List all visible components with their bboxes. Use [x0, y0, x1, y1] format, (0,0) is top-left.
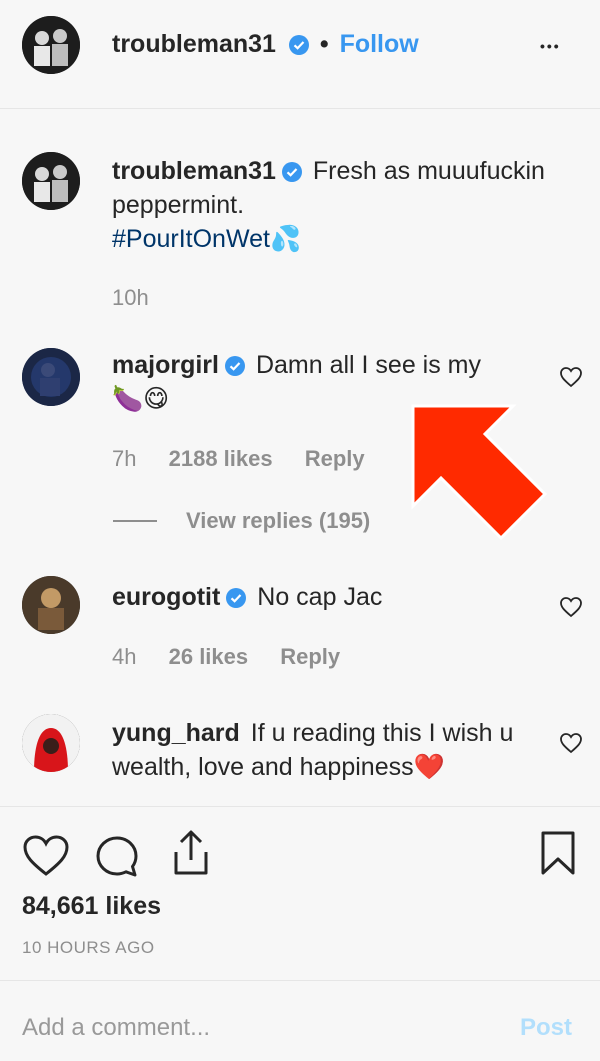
comment-text-line2: wealth, love and happiness — [112, 753, 414, 781]
like-comment-heart-icon[interactable] — [559, 596, 583, 618]
post-button[interactable]: Post — [520, 1014, 572, 1042]
avatar[interactable] — [22, 16, 80, 74]
comment-box-divider — [0, 980, 600, 981]
comment-emoji: 🍆😋 — [112, 385, 170, 413]
comment-bubble-icon[interactable] — [94, 834, 140, 880]
avatar[interactable] — [22, 152, 80, 210]
caption-text-line1: Fresh as muuufuckin — [312, 157, 545, 185]
avatar[interactable] — [22, 714, 80, 772]
header-username[interactable]: troubleman31 — [112, 30, 276, 58]
comment-username[interactable]: eurogotit — [112, 583, 220, 611]
heart-emoji: ❤️ — [413, 753, 445, 781]
more-options-icon[interactable]: ••• — [540, 38, 561, 54]
caption-text-line2: peppermint. — [112, 191, 245, 219]
reply-button[interactable]: Reply — [305, 446, 365, 471]
verified-badge-icon — [224, 356, 245, 376]
comment-text: No cap Jac — [257, 583, 383, 611]
like-comment-heart-icon[interactable] — [559, 732, 583, 754]
comment-likes[interactable]: 26 likes — [169, 644, 249, 669]
like-comment-heart-icon[interactable] — [559, 366, 583, 388]
caption-hashtag[interactable]: #PourItOnWet — [112, 225, 270, 253]
reply-button[interactable]: Reply — [280, 644, 340, 669]
bookmark-icon[interactable] — [538, 830, 578, 876]
add-comment-input[interactable] — [22, 1010, 492, 1046]
comment-username[interactable]: majorgirl — [112, 351, 219, 379]
follow-button[interactable]: Follow — [340, 30, 419, 58]
share-icon[interactable] — [168, 828, 214, 878]
header-divider — [0, 108, 600, 109]
likes-count[interactable]: 84,661 likes — [22, 892, 161, 921]
avatar[interactable] — [22, 348, 80, 406]
post-timestamp: 10 HOURS AGO — [22, 938, 155, 957]
comment-likes[interactable]: 2188 likes — [169, 446, 273, 471]
caption-username[interactable]: troubleman31 — [112, 157, 276, 185]
header-separator: • — [319, 30, 329, 58]
comment-username[interactable]: yung_hard — [112, 719, 240, 747]
verified-badge-icon — [226, 588, 247, 608]
red-arrow-annotation — [411, 404, 548, 541]
comment-time: 4h — [112, 644, 137, 669]
comment-text: Damn all I see is my — [255, 351, 481, 379]
caption-time: 10h — [112, 285, 149, 310]
comment-text-line1: If u reading this I wish u — [250, 719, 514, 747]
view-replies-line — [113, 520, 157, 522]
comments-divider — [0, 806, 600, 807]
verified-badge-icon — [281, 162, 302, 182]
view-replies-button[interactable]: View replies (195) — [186, 508, 370, 534]
like-heart-icon[interactable] — [22, 834, 70, 878]
verified-badge-icon — [288, 35, 309, 55]
droplets-emoji: 💦 — [269, 225, 302, 253]
avatar[interactable] — [22, 576, 80, 634]
comment-time: 7h — [112, 446, 137, 471]
